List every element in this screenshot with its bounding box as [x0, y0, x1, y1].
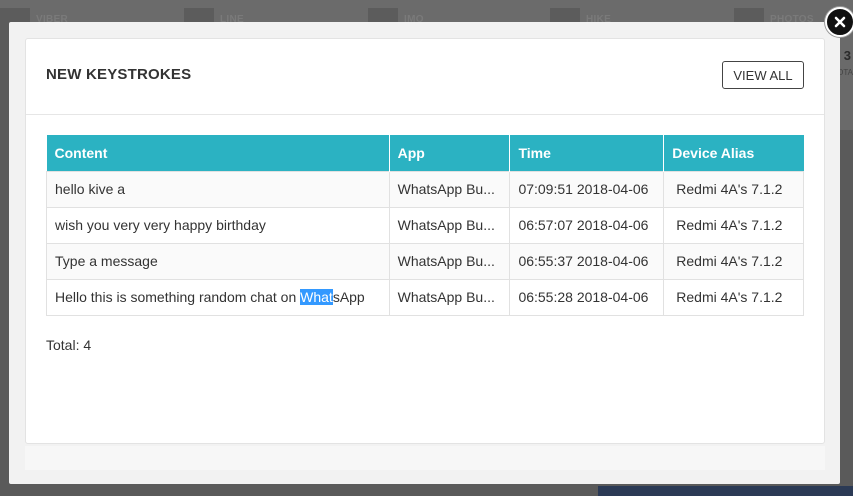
- panel-title: NEW KEYSTROKES: [46, 66, 192, 83]
- cell-device-alias: Redmi 4A's 7.1.2: [663, 170, 804, 208]
- cell-time: 07:09:51 2018-04-06: [509, 170, 665, 208]
- column-header-app[interactable]: App: [389, 135, 511, 171]
- cell-device-alias: Redmi 4A's 7.1.2: [663, 278, 804, 316]
- cell-content: Type a message: [46, 242, 390, 280]
- cell-time: 06:55:37 2018-04-06: [509, 242, 665, 280]
- close-button[interactable]: [825, 7, 853, 37]
- cell-app: WhatsApp Bu...: [388, 170, 511, 208]
- table-row[interactable]: Type a message WhatsApp Bu... 06:55:37 2…: [46, 242, 804, 280]
- background-count: 3: [843, 48, 851, 63]
- background-footer: [598, 486, 853, 496]
- close-icon: [834, 16, 846, 28]
- content-text: Hello this is something random chat on: [55, 289, 301, 305]
- selected-text: What: [300, 289, 333, 305]
- table-header-row: Content App Time Device Alias: [46, 135, 804, 171]
- cell-app: WhatsApp Bu...: [388, 242, 511, 280]
- cell-device-alias: Redmi 4A's 7.1.2: [663, 206, 804, 244]
- column-header-content[interactable]: Content: [46, 135, 390, 171]
- modal-footer: [25, 446, 825, 470]
- cell-time: 06:57:07 2018-04-06: [509, 206, 665, 244]
- content-text: sApp: [332, 289, 365, 305]
- cell-content: Hello this is something random chat on W…: [46, 278, 390, 316]
- cell-device-alias: Redmi 4A's 7.1.2: [663, 242, 804, 280]
- panel-header: NEW KEYSTROKES VIEW ALL: [26, 39, 824, 115]
- cell-content: wish you very very happy birthday: [46, 206, 390, 244]
- view-all-button[interactable]: VIEW ALL: [722, 61, 804, 89]
- cell-app: WhatsApp Bu...: [388, 206, 511, 244]
- cell-app: WhatsApp Bu...: [388, 278, 511, 316]
- cell-content: hello kive a: [46, 170, 390, 208]
- cell-time: 06:55:28 2018-04-06: [509, 278, 665, 316]
- column-header-time[interactable]: Time: [509, 135, 665, 171]
- table-row[interactable]: wish you very very happy birthday WhatsA…: [46, 206, 804, 244]
- total-count: Total: 4: [46, 337, 92, 353]
- table-row[interactable]: hello kive a WhatsApp Bu... 07:09:51 201…: [46, 170, 804, 208]
- keystrokes-modal: NEW KEYSTROKES VIEW ALL Content App Time…: [9, 22, 840, 484]
- column-header-device-alias[interactable]: Device Alias: [663, 135, 804, 171]
- table-row[interactable]: Hello this is something random chat on W…: [46, 278, 804, 316]
- keystrokes-panel: NEW KEYSTROKES VIEW ALL Content App Time…: [25, 38, 825, 444]
- keystrokes-table: Content App Time Device Alias hello kive…: [46, 135, 804, 316]
